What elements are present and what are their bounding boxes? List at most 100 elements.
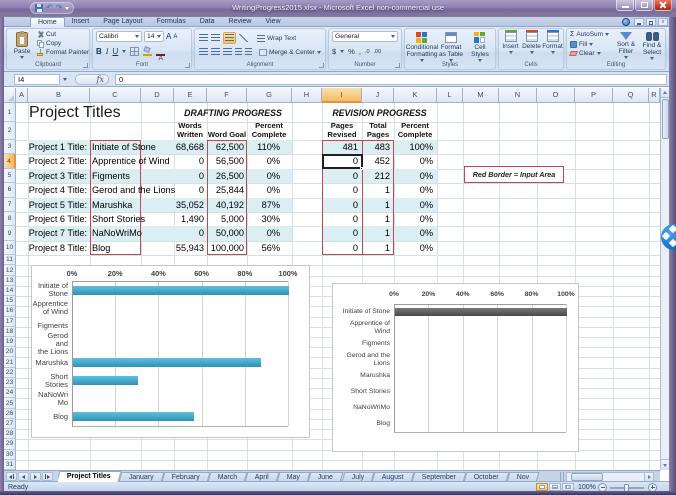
row-header-31[interactable]: 31 [4,459,16,470]
row-header-18[interactable]: 18 [4,326,16,338]
alignment-dialog-launcher-icon[interactable] [319,63,324,68]
row-header-13[interactable]: 13 [4,275,16,286]
next-sheet-icon[interactable] [30,472,41,481]
cell-draft-percent[interactable]: 0% [240,154,280,168]
cell-pages-revised[interactable]: 0 [324,169,358,183]
qat-customize-arrow-icon[interactable] [65,6,70,10]
cell-total-pages[interactable]: 1 [356,198,390,212]
align-bottom-icon[interactable] [223,32,236,44]
scroll-up-icon[interactable] [661,88,669,98]
row-header-19[interactable]: 19 [4,337,16,348]
bar-blog[interactable] [73,412,194,422]
align-center-icon[interactable] [211,48,220,56]
paste-button[interactable]: Paste [10,30,34,59]
row-header-25[interactable]: 25 [4,398,16,409]
progress-chart-2[interactable]: 0% 20% 40% 60% 80% 100% Initiate of Stone Appre… [332,283,579,452]
column-header-I[interactable]: I [322,88,362,103]
project-label[interactable]: Project 1 Title: [28,140,87,154]
ribbon-tab-page-layout[interactable]: Page Layout [96,17,149,27]
cell-pages-revised[interactable]: 0 [324,198,358,212]
workbook-minimize-button[interactable] [634,18,644,26]
format-as-table-button[interactable]: Format as Table [437,30,465,62]
redo-icon[interactable]: ↷ [56,4,63,12]
cell-total-pages[interactable]: 483 [356,140,390,154]
horizontal-scroll-thumb[interactable] [571,473,603,481]
page-break-view-button[interactable] [562,483,574,491]
row-header-29[interactable]: 29 [4,439,16,450]
progress-chart-1[interactable]: 0% 20% 40% 60% 80% 100% Initiate of Stone Appre… [31,265,310,438]
row-header-28[interactable]: 28 [4,429,16,440]
clipboard-dialog-launcher-icon[interactable] [83,63,88,68]
select-all-corner[interactable] [4,88,16,103]
row-header-21[interactable]: 21 [4,357,16,368]
horizontal-scrollbar[interactable] [566,471,654,482]
cell-word-goal[interactable]: 62,500 [196,140,244,154]
bold-button[interactable]: B [96,47,102,56]
help-icon[interactable] [622,18,630,26]
row-header-9[interactable]: 9 [4,226,16,241]
cell-pages-revised[interactable]: 0 [324,212,358,226]
row-header-17[interactable]: 17 [4,316,16,327]
row-header-11[interactable]: 11 [4,255,16,266]
save-icon[interactable] [35,4,43,12]
cell-pages-revised[interactable]: 0 [324,226,358,240]
align-top-icon[interactable] [199,34,208,42]
row-header-23[interactable]: 23 [4,377,16,389]
column-header-D[interactable]: D [141,88,174,103]
align-left-icon[interactable] [199,48,208,56]
cell-total-pages[interactable]: 1 [356,183,390,197]
zoom-level[interactable]: 100% [578,484,596,491]
decrease-indent-icon[interactable] [235,48,242,56]
cell-draft-percent[interactable]: 30% [240,212,280,226]
bar-initiate-of-stone[interactable] [395,308,567,316]
column-header-E[interactable]: E [174,88,207,103]
cell-draft-percent[interactable]: 0% [240,169,280,183]
column-header-G[interactable]: G [247,88,292,103]
project-label[interactable]: Project 8 Title: [28,241,87,255]
format-cells-button[interactable]: Format [542,30,563,54]
row-header-10[interactable]: 10 [4,240,16,256]
last-sheet-icon[interactable] [42,472,53,481]
cell-revision-percent[interactable]: 100% [398,140,434,154]
project-label[interactable]: Project 7 Title: [28,226,87,240]
workbook-restore-button[interactable] [646,18,656,26]
vertical-scrollbar[interactable] [660,88,669,470]
insert-cells-button[interactable]: Insert [500,30,521,54]
bar-short-stories[interactable] [73,376,138,386]
column-header-N[interactable]: N [499,88,537,103]
project-label[interactable]: Project 4 Title: [28,183,87,197]
row-header-14[interactable]: 14 [4,285,16,297]
insert-function-button[interactable]: fx [75,73,109,85]
sheet-tab-project-titles[interactable]: Project Titles [58,471,122,482]
selection-fill-handle[interactable] [360,166,363,170]
italic-button[interactable]: I [106,47,109,56]
row-header-30[interactable]: 30 [4,449,16,460]
ribbon-tab-view[interactable]: View [258,17,287,27]
selected-cell[interactable] [321,153,363,169]
prev-sheet-icon[interactable] [18,472,29,481]
cell-revision-percent[interactable]: 0% [398,212,433,226]
row-header-16[interactable]: 16 [4,306,16,317]
cell-word-goal[interactable]: 50,000 [196,226,244,240]
row-header-26[interactable]: 26 [4,408,16,419]
number-format-select[interactable]: General [332,31,398,42]
row-header-7[interactable]: 7 [4,197,16,212]
borders-icon[interactable] [130,47,140,56]
name-box-dropdown-icon[interactable] [63,77,67,81]
bar-initiate-of-stone[interactable] [73,285,289,295]
column-header-F[interactable]: F [207,88,247,103]
cell-total-pages[interactable]: 1 [356,241,390,255]
cell-total-pages[interactable]: 1 [356,226,390,240]
ribbon-tab-formulas[interactable]: Formulas [150,17,193,27]
increase-decimal-button[interactable]: .0 [365,49,370,55]
column-header-J[interactable]: J [362,88,394,103]
first-sheet-icon[interactable] [6,472,17,481]
cell-revision-percent[interactable]: 0% [398,198,433,212]
column-header-H[interactable]: H [292,88,322,103]
number-dialog-launcher-icon[interactable] [395,63,400,68]
fill-color-icon[interactable] [143,46,153,56]
row-header-1[interactable]: 1 [4,103,16,122]
row-header-12[interactable]: 12 [4,265,16,276]
cell-revision-percent[interactable]: 0% [398,154,433,168]
row-header-15[interactable]: 15 [4,296,16,307]
